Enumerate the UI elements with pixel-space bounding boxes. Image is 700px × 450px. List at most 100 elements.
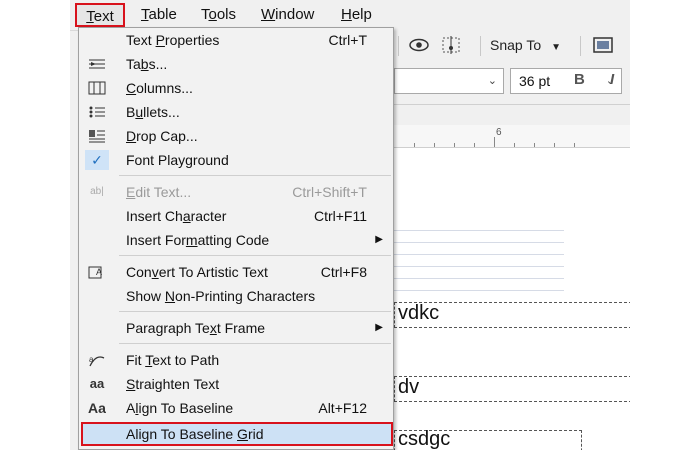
label-mnemonic: x bbox=[209, 320, 217, 336]
menu-item-drop-cap[interactable]: Drop Cap... bbox=[79, 124, 393, 148]
frame-text: csdgc bbox=[398, 428, 451, 450]
menu-item-shortcut: Ctrl+Shift+T bbox=[292, 184, 367, 200]
font-size-value: 36 pt bbox=[519, 73, 551, 89]
label-mnemonic: P bbox=[155, 32, 165, 48]
label-part: Con bbox=[126, 264, 152, 280]
baseline-grid-line bbox=[394, 254, 564, 255]
ruler-tick bbox=[454, 143, 455, 147]
menu-item-shortcut: Alt+F12 bbox=[318, 400, 367, 416]
label-part: A bbox=[126, 400, 136, 416]
convert-text-icon: A bbox=[85, 262, 109, 282]
label-mnemonic: S bbox=[126, 376, 136, 392]
menu-item-label: Bullets... bbox=[126, 100, 180, 124]
italic-icon[interactable]: I bbox=[610, 71, 614, 88]
menu-help-rest: elp bbox=[351, 6, 372, 23]
menu-text-rest: ext bbox=[93, 8, 114, 25]
edit-text-icon: ab| bbox=[90, 186, 104, 197]
menu-item-align-to-baseline[interactable]: Aa Align To Baseline Alt+F12 bbox=[79, 396, 393, 420]
menu-item-label: Font Playground bbox=[126, 148, 229, 172]
ruler-tick bbox=[534, 143, 535, 147]
menu-item-paragraph-text-frame[interactable]: Paragraph Text Frame ▶ bbox=[79, 316, 393, 340]
label-part: atting Code bbox=[197, 232, 270, 248]
label-part: olumns... bbox=[136, 80, 193, 96]
frame-text: vdkc bbox=[398, 302, 440, 324]
ruler-tick bbox=[514, 143, 515, 147]
baseline-grid-line bbox=[394, 266, 564, 267]
label-mnemonic: D bbox=[126, 128, 137, 144]
standard-toolbar: Snap To ▼ bbox=[394, 30, 630, 61]
menu-item-insert-character[interactable]: Insert Character Ctrl+F11 bbox=[79, 204, 393, 228]
menu-table-rest: able bbox=[148, 6, 177, 23]
menu-item-align-to-baseline-grid[interactable]: Align To Baseline Grid bbox=[81, 422, 393, 446]
font-size-combo[interactable]: 36 pt ⌄ bbox=[510, 68, 622, 94]
straighten-text-icon: aa bbox=[89, 376, 105, 391]
menu-text-mnemonic: T bbox=[86, 8, 94, 25]
label-mnemonic: C bbox=[126, 80, 137, 96]
ruler-number: 6 bbox=[496, 127, 502, 138]
menu-item-text-properties[interactable]: Text Properties Ctrl+T bbox=[79, 28, 393, 52]
label-part: Fit bbox=[126, 352, 146, 368]
menu-item-label: Straighten Text bbox=[126, 372, 219, 396]
label-part: ert To Artistic Text bbox=[158, 264, 268, 280]
menu-item-label: Fit Text to Path bbox=[126, 348, 219, 372]
label-mnemonic: u bbox=[135, 104, 144, 120]
svg-text:A: A bbox=[96, 267, 102, 277]
baseline-grid-line bbox=[394, 278, 564, 279]
bullets-icon bbox=[85, 102, 109, 122]
menu-table[interactable]: Table bbox=[141, 6, 177, 24]
menu-item-edit-text: ab| Edit Text... Ctrl+Shift+T bbox=[79, 180, 393, 204]
menu-item-straighten-text[interactable]: aa Straighten Text bbox=[79, 372, 393, 396]
menu-item-label: Convert To Artistic Text bbox=[126, 260, 268, 284]
menu-item-tabs[interactable]: Tabs... bbox=[79, 52, 393, 76]
menu-item-label: Align To Baseline Grid bbox=[126, 422, 264, 446]
chevron-down-icon: ⌄ bbox=[487, 75, 497, 87]
menu-item-label: Text Properties bbox=[126, 28, 219, 52]
menu-separator bbox=[119, 311, 391, 312]
menu-item-label: Show Non-Printing Characters bbox=[126, 284, 315, 308]
menu-item-shortcut: Ctrl+F8 bbox=[320, 264, 367, 280]
snap-grid-icon[interactable] bbox=[438, 34, 464, 56]
menu-text[interactable]: Text bbox=[75, 3, 125, 27]
checkmark-icon: ✓ bbox=[85, 150, 109, 170]
menu-item-show-non-printing-characters[interactable]: Show Non-Printing Characters bbox=[79, 284, 393, 308]
menu-help[interactable]: Help bbox=[341, 6, 372, 24]
baseline-grid-line bbox=[394, 230, 564, 231]
label-part: Font Playground bbox=[126, 152, 229, 168]
ruler-tick bbox=[414, 143, 415, 147]
document-canvas[interactable]: vdkc dv csdgc bbox=[394, 148, 630, 450]
ruler-tick bbox=[554, 143, 555, 147]
menu-window[interactable]: Window bbox=[261, 6, 314, 24]
menu-item-label: Insert Character bbox=[126, 204, 226, 228]
menu-tools[interactable]: Tools bbox=[201, 6, 236, 24]
menu-item-convert-to-artistic-text[interactable]: A Convert To Artistic Text Ctrl+F8 bbox=[79, 260, 393, 284]
submenu-arrow-icon: ▶ bbox=[375, 322, 383, 333]
menu-item-label: Tabs... bbox=[126, 52, 167, 76]
menu-item-label: Edit Text... bbox=[126, 180, 191, 204]
toolbar-divider bbox=[480, 36, 481, 56]
menu-item-label: Drop Cap... bbox=[126, 124, 198, 148]
menu-item-shortcut: Ctrl+T bbox=[328, 32, 368, 48]
toolbar-divider bbox=[398, 36, 399, 56]
menu-item-shortcut: Ctrl+F11 bbox=[313, 208, 367, 224]
font-name-combo[interactable]: ⌄ bbox=[394, 68, 504, 94]
text-frame[interactable] bbox=[394, 376, 630, 402]
bold-icon[interactable]: B bbox=[574, 71, 585, 88]
menu-item-columns[interactable]: Columns... bbox=[79, 76, 393, 100]
menu-item-font-playground[interactable]: ✓ Font Playground bbox=[79, 148, 393, 172]
menu-item-bullets[interactable]: Bullets... bbox=[79, 100, 393, 124]
eye-icon[interactable] bbox=[406, 34, 432, 56]
label-part: Show bbox=[126, 288, 165, 304]
label-mnemonic: v bbox=[151, 264, 159, 280]
label-part: traighten Text bbox=[135, 376, 220, 392]
options-icon[interactable] bbox=[590, 34, 616, 56]
label-part: Insert Ch bbox=[126, 208, 183, 224]
svg-text:a: a bbox=[89, 355, 94, 364]
label-part: Ta bbox=[126, 56, 141, 72]
menu-window-mnemonic: W bbox=[261, 6, 276, 23]
submenu-arrow-icon: ▶ bbox=[375, 234, 383, 245]
menu-item-fit-text-to-path[interactable]: a Fit Text to Path bbox=[79, 348, 393, 372]
label-mnemonic: m bbox=[185, 232, 198, 248]
menu-item-insert-formatting-code[interactable]: Insert Formatting Code ▶ bbox=[79, 228, 393, 252]
baseline-grid-line bbox=[394, 290, 564, 291]
snap-to-dropdown[interactable]: Snap To ▼ bbox=[490, 34, 561, 56]
